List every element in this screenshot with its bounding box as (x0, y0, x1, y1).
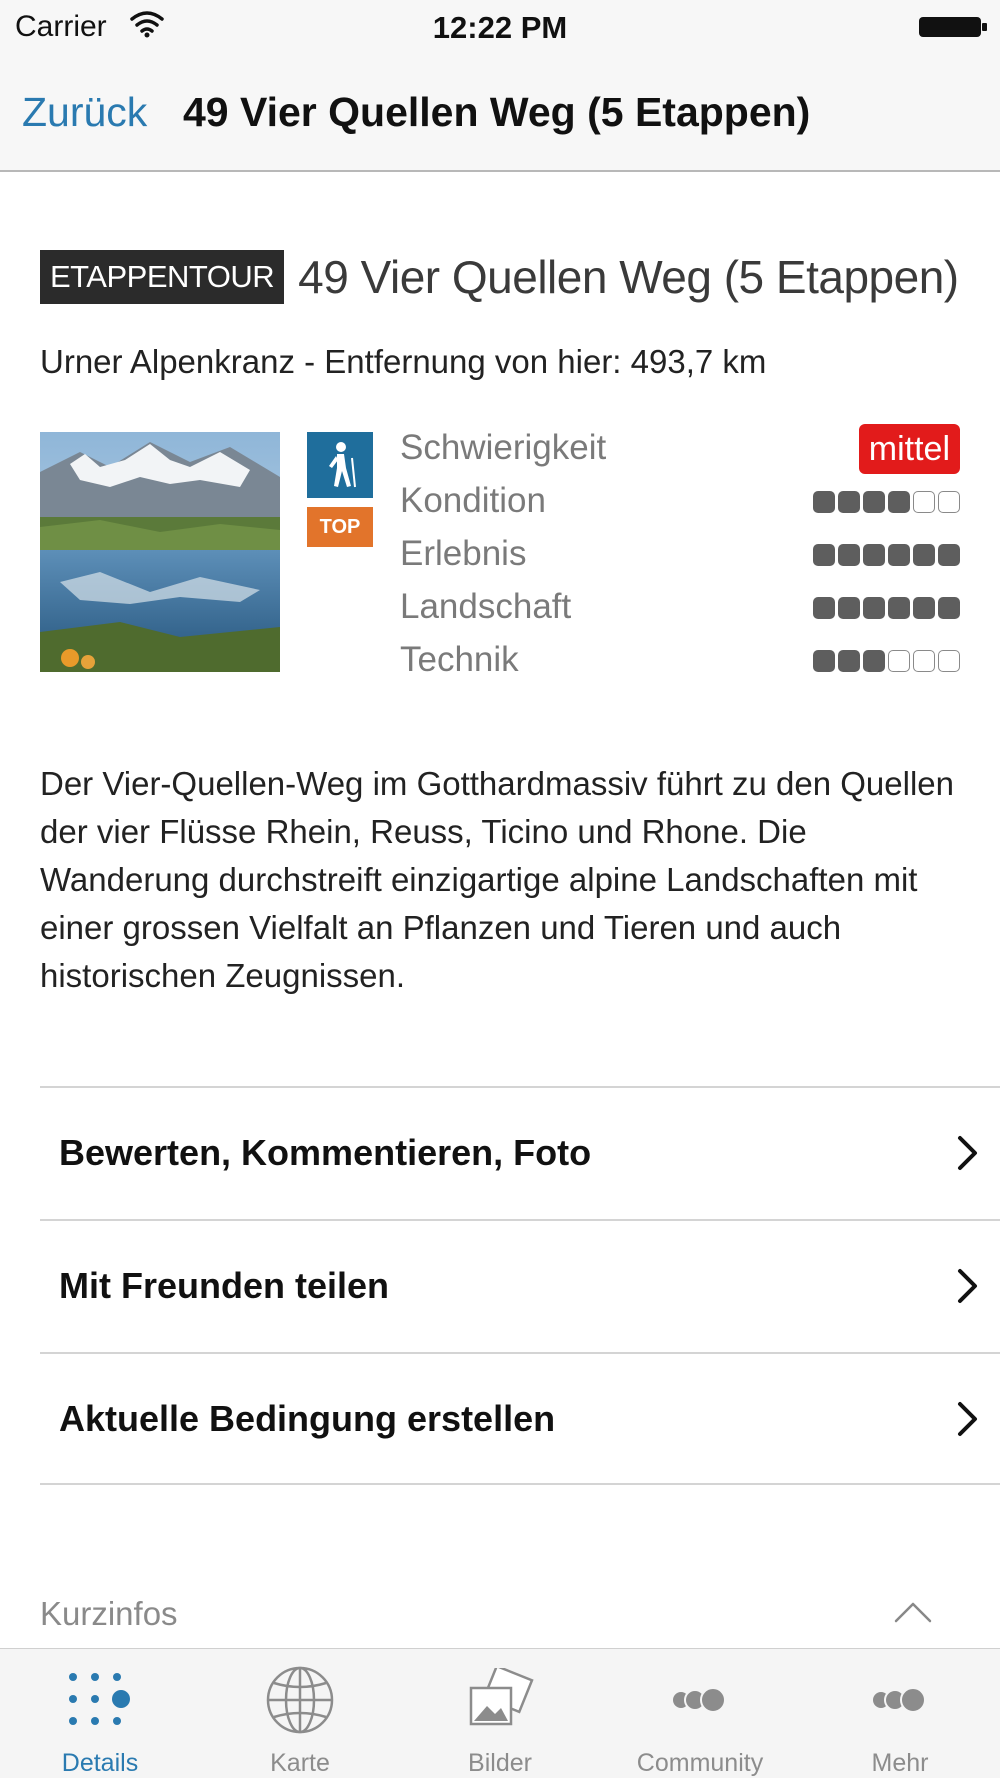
rating-dot-filled (863, 650, 885, 672)
globe-icon (260, 1665, 340, 1735)
tour-photo[interactable] (40, 432, 280, 672)
rating-dot-filled (888, 491, 910, 513)
tour-description: Der Vier-Quellen-Weg im Gotthardmassiv f… (40, 765, 955, 994)
create-condition-button[interactable]: Aktuelle Bedingung erstellen (40, 1352, 1000, 1485)
rating-dot-filled (863, 544, 885, 566)
rating-experience: Erlebnis (400, 530, 960, 583)
rating-dot-empty (938, 491, 960, 513)
tab-mehr[interactable]: Mehr (800, 1649, 1000, 1778)
rating-dot-filled (838, 597, 860, 619)
action-list: Bewerten, Kommentieren, Foto Mit Freunde… (40, 1086, 1000, 1485)
back-button[interactable]: Zurück (22, 89, 147, 136)
tab-community[interactable]: Community (600, 1649, 800, 1778)
rating-dot-filled (813, 544, 835, 566)
rating-dot-filled (913, 597, 935, 619)
rating-dot-filled (813, 597, 835, 619)
rating-dot-filled (938, 597, 960, 619)
landscape-image (40, 432, 280, 672)
rating-dot-filled (863, 597, 885, 619)
rating-dot-empty (938, 650, 960, 672)
rating-dot-filled (938, 544, 960, 566)
tour-title: 49 Vier Quellen Weg (5 Etappen) (298, 251, 959, 303)
rating-dots (813, 650, 960, 672)
rating-dot-filled (888, 544, 910, 566)
chevron-right-icon (958, 1136, 977, 1170)
rating-landscape: Landschaft (400, 583, 960, 636)
rating-dot-filled (838, 650, 860, 672)
chevron-right-icon (958, 1402, 977, 1436)
share-with-friends-button[interactable]: Mit Freunden teilen (40, 1219, 1000, 1352)
status-bar: Carrier 12:22 PM (0, 0, 1000, 52)
tour-type-badge: ETAPPENTOUR (40, 250, 285, 304)
rating-dot-filled (813, 650, 835, 672)
rating-dots (813, 544, 960, 566)
tab-label: Details (61, 1749, 139, 1777)
top-badge: TOP (307, 507, 373, 547)
region-distance: Urner Alpenkranz - Entfernung von hier: … (40, 343, 767, 380)
rating-dot-filled (913, 544, 935, 566)
dots-grid-icon (60, 1665, 140, 1735)
battery-icon (919, 17, 987, 37)
tab-label: Mehr (871, 1749, 929, 1777)
tab-label: Karte (270, 1749, 330, 1777)
rating-label: Kondition (400, 481, 546, 520)
rating-label: Landschaft (400, 587, 572, 626)
page-title: 49 Vier Quellen Weg (5 Etappen) (183, 89, 811, 135)
chevron-up-icon[interactable] (893, 1600, 933, 1624)
action-label: Aktuelle Bedingung erstellen (59, 1398, 556, 1439)
tab-label: Community (636, 1749, 764, 1777)
ratings-list: Schwierigkeit mittel Kondition Erlebnis … (400, 424, 960, 689)
rating-label: Schwierigkeit (400, 428, 607, 467)
tab-bar: Details Karte Bilder Community Mehr (0, 1648, 1000, 1778)
rating-label: Erlebnis (400, 534, 527, 573)
rating-dot-filled (838, 491, 860, 513)
rating-condition: Kondition (400, 477, 960, 530)
rating-dot-empty (888, 650, 910, 672)
action-label: Bewerten, Kommentieren, Foto (59, 1132, 592, 1173)
rating-dot-filled (888, 597, 910, 619)
rating-difficulty: Schwierigkeit mittel (400, 424, 960, 477)
navigation-bar: Zurück 49 Vier Quellen Weg (5 Etappen) (0, 52, 1000, 172)
tour-header: ETAPPENTOUR 49 Vier Quellen Weg (5 Etapp… (40, 247, 959, 307)
community-icon (660, 1665, 740, 1735)
action-label: Mit Freunden teilen (59, 1265, 390, 1306)
rating-dot-filled (838, 544, 860, 566)
hiker-icon (307, 432, 373, 498)
rating-technique: Technik (400, 636, 960, 689)
rate-comment-photo-button[interactable]: Bewerten, Kommentieren, Foto (40, 1086, 1000, 1219)
tab-karte[interactable]: Karte (200, 1649, 400, 1778)
rating-dots (813, 597, 960, 619)
more-icon (860, 1665, 940, 1735)
rating-dot-filled (863, 491, 885, 513)
tab-bilder[interactable]: Bilder (400, 1649, 600, 1778)
rating-label: Technik (400, 640, 519, 679)
rating-dots (813, 491, 960, 513)
chevron-right-icon (958, 1269, 977, 1303)
tab-label: Bilder (468, 1749, 532, 1777)
clock: 12:22 PM (432, 10, 568, 45)
tab-details[interactable]: Details (0, 1649, 200, 1778)
rating-dot-empty (913, 491, 935, 513)
difficulty-badge: mittel (858, 424, 960, 474)
rating-dot-empty (913, 650, 935, 672)
photos-icon (460, 1665, 540, 1735)
rating-dot-filled (813, 491, 835, 513)
section-header-kurzinfos: Kurzinfos (40, 1595, 178, 1632)
